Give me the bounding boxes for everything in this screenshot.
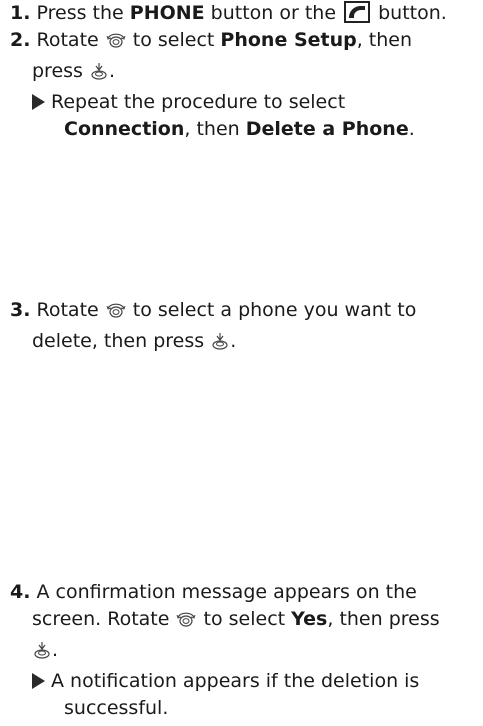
triangle-bullet-icon	[32, 94, 45, 110]
sub-step-text: A notification appears if the deletion i…	[51, 670, 420, 692]
step-text: press	[32, 60, 89, 82]
interface-dial-rotate-icon	[105, 30, 127, 58]
step-text: Rotate	[36, 299, 105, 321]
step-number: 1.	[10, 2, 31, 24]
step-text: to select	[126, 29, 221, 51]
step-text: A confirmation message appears on the	[36, 581, 417, 603]
step-4: 4. A confirmation message appears on the…	[10, 579, 480, 722]
phone-handset-icon	[344, 1, 371, 23]
step-text: delete, then press	[32, 330, 211, 352]
sub-step-text: Repeat the procedure to select	[51, 91, 346, 113]
triangle-bullet-icon	[32, 673, 45, 689]
step-number: 2.	[10, 29, 31, 51]
step-text: to select	[197, 608, 292, 630]
step-text: button.	[372, 2, 447, 24]
step-text: .	[108, 60, 116, 82]
sub-step-text: .	[408, 118, 415, 140]
step-text: Rotate	[36, 29, 105, 51]
yes-label: Yes	[291, 608, 328, 630]
interface-dial-rotate-icon	[175, 609, 197, 637]
interface-dial-press-icon	[210, 331, 230, 359]
step-text: .	[52, 639, 59, 661]
step-number: 3.	[10, 299, 31, 321]
step-2: 2. Rotate to select Phone Setup, then pr…	[10, 27, 480, 143]
step-text: Press the	[36, 2, 130, 24]
manual-page: { "step1": { "num": "1.", "t1": "Press t…	[0, 0, 483, 726]
delete-phone-label: Delete a Phone	[245, 118, 409, 140]
step-text: screen. Rotate	[32, 608, 176, 630]
sub-step-text: , then	[184, 118, 246, 140]
interface-dial-rotate-icon	[105, 300, 127, 328]
step-text: , then press	[327, 608, 440, 630]
sub-step-text: successful.	[64, 697, 169, 719]
step-text: , then	[356, 29, 413, 51]
step-1: 1. Press the PHONE button or the button.	[10, 0, 480, 27]
step-number: 4.	[10, 581, 31, 603]
step-3: 3. Rotate to select a phone you want to …	[10, 297, 480, 359]
step-text: .	[230, 330, 237, 352]
phone-button-label: PHONE	[129, 2, 205, 24]
interface-dial-press-icon	[32, 640, 52, 668]
step-text: to select a phone you want to	[126, 299, 417, 321]
interface-dial-press-icon	[89, 61, 109, 89]
phone-setup-label: Phone Setup	[220, 29, 357, 51]
step-text: button or the	[204, 2, 343, 24]
connection-label: Connection	[64, 118, 185, 140]
